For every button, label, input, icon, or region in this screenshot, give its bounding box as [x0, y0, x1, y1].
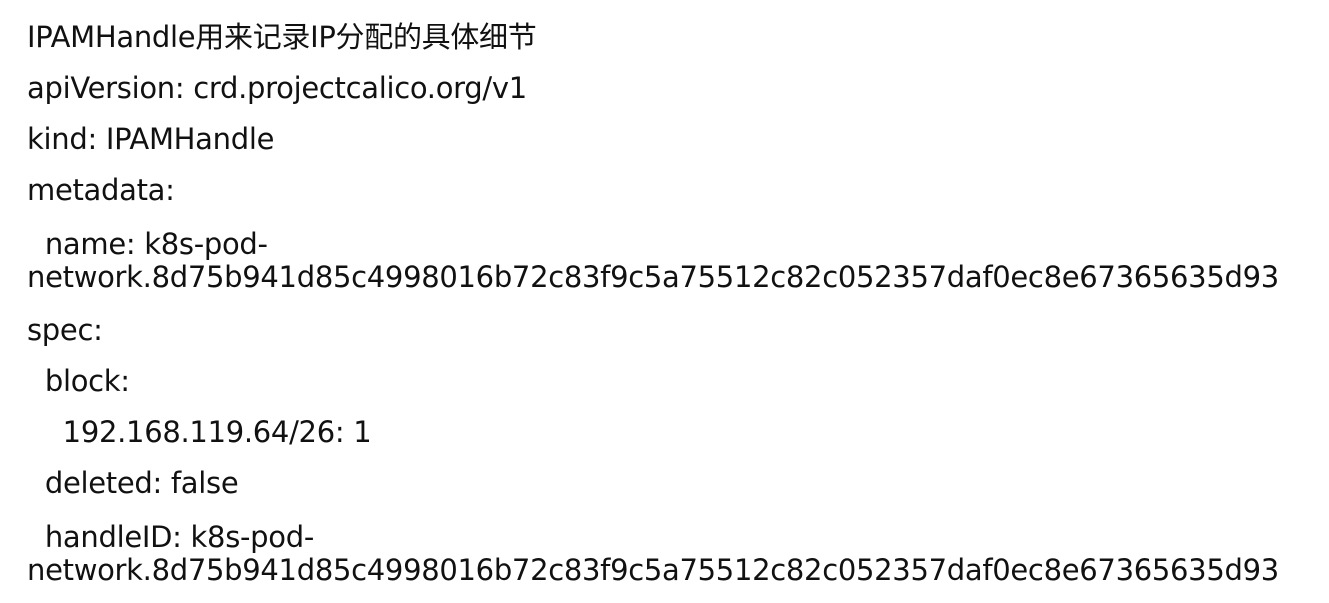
yaml-line-handle-id: handleID: k8s-pod-	[27, 520, 314, 554]
yaml-line-block-cidr: 192.168.119.64/26: 1	[27, 415, 372, 449]
yaml-line-metadata: metadata:	[27, 173, 175, 207]
yaml-line-handle-id-continuation: network.8d75b941d85c4998016b72c83f9c5a75…	[27, 553, 1279, 587]
yaml-line-name-continuation: network.8d75b941d85c4998016b72c83f9c5a75…	[27, 260, 1279, 294]
yaml-line-block: block:	[27, 364, 130, 398]
yaml-line-deleted: deleted: false	[27, 466, 239, 500]
document-title: IPAMHandle用来记录IP分配的具体细节	[27, 20, 537, 54]
yaml-line-spec: spec:	[27, 313, 103, 347]
yaml-line-name: name: k8s-pod-	[27, 227, 268, 261]
yaml-line-api-version: apiVersion: crd.projectcalico.org/v1	[27, 71, 527, 105]
yaml-line-kind: kind: IPAMHandle	[27, 122, 275, 156]
